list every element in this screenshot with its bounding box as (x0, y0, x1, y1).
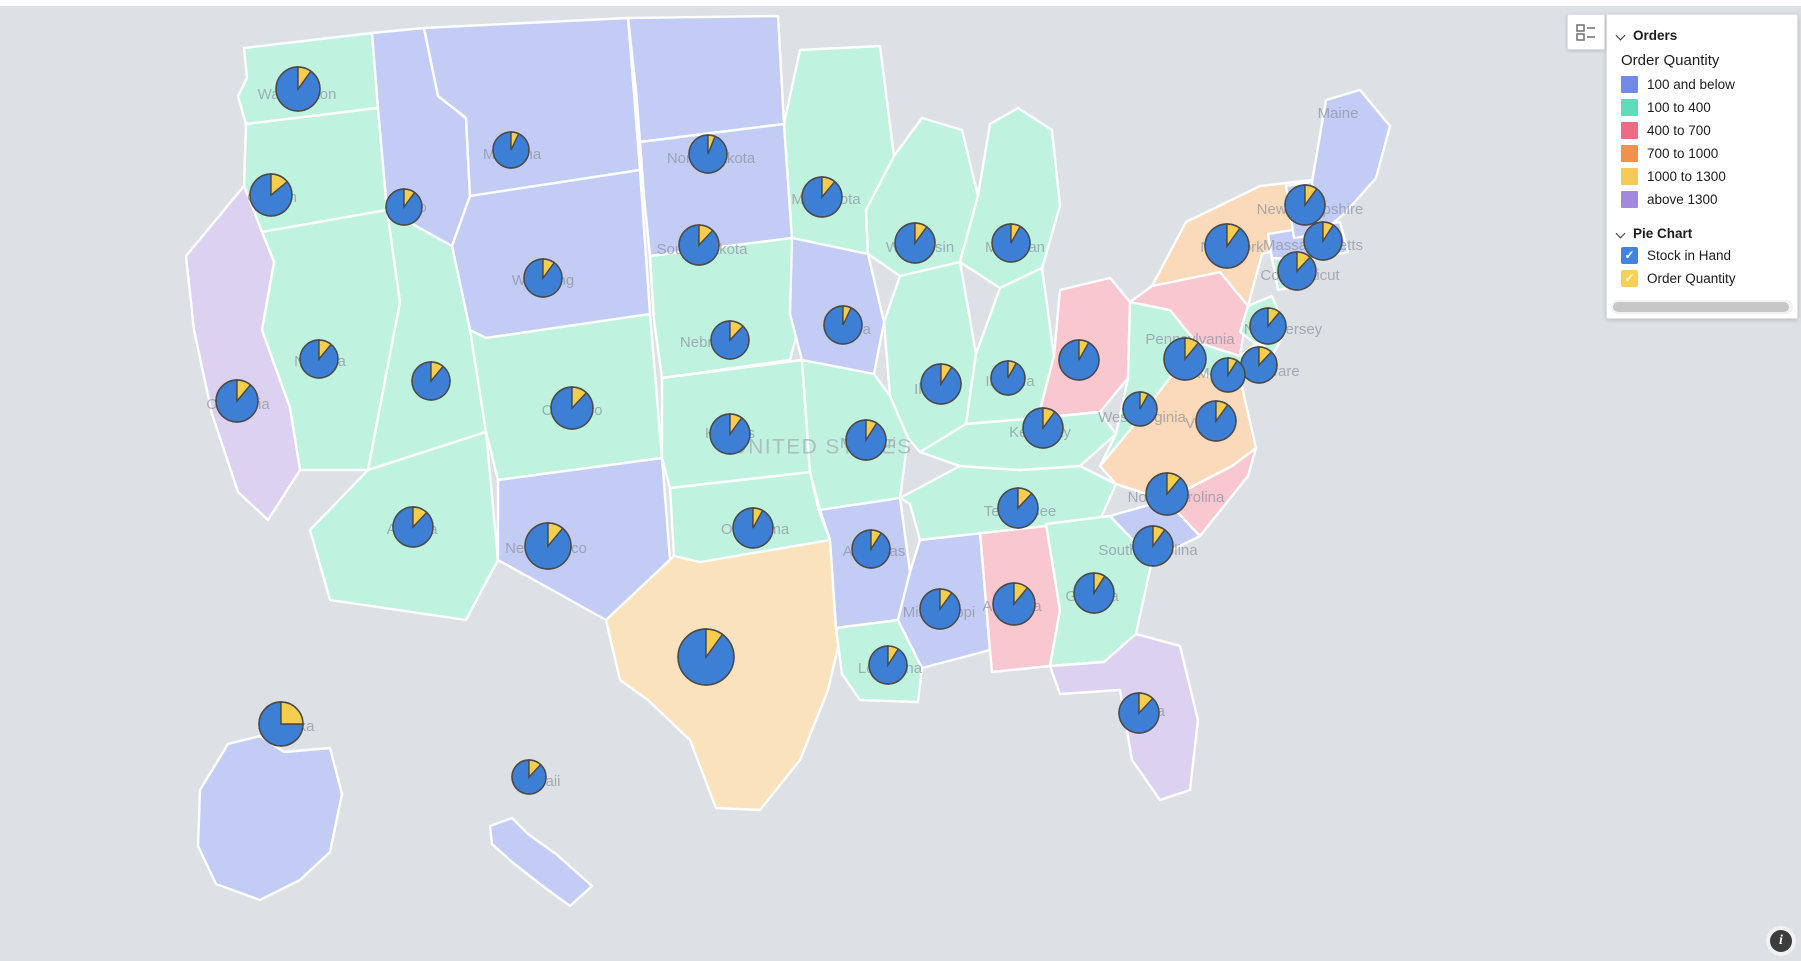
state-pie-marker[interactable] (1277, 251, 1317, 291)
state-pie-marker[interactable] (1284, 184, 1326, 226)
legend-item-label: 100 to 400 (1647, 100, 1711, 115)
legend-item-order-1[interactable]: 100 to 400 (1607, 96, 1797, 119)
state-pie-marker[interactable] (678, 224, 720, 266)
state-pie-marker[interactable] (710, 320, 750, 360)
state-pie-marker[interactable] (823, 305, 863, 345)
state-region[interactable] (788, 236, 886, 376)
state-pie-marker[interactable] (1240, 346, 1278, 384)
legend-section-orders-header[interactable]: Orders (1607, 25, 1797, 46)
state-pie-marker[interactable] (1132, 525, 1174, 567)
state-region[interactable] (450, 168, 652, 340)
state-pie-marker[interactable] (845, 419, 887, 461)
state-pie-marker[interactable] (990, 360, 1026, 396)
legend-section-orders-title: Orders (1633, 28, 1678, 43)
legend-item-label: 100 and below (1647, 77, 1735, 92)
state-pie-marker[interactable] (1163, 337, 1207, 381)
legend-item-label: 400 to 700 (1647, 123, 1711, 138)
state-pie-marker[interactable] (919, 588, 961, 630)
state-pie-marker[interactable] (523, 258, 563, 298)
state-pie-marker[interactable] (894, 222, 936, 264)
legend-swatch-icon (1621, 99, 1638, 116)
state-region[interactable] (964, 266, 1056, 426)
checkbox-icon[interactable]: ✓ (1621, 247, 1638, 264)
state-pie-marker[interactable] (299, 339, 339, 379)
states-layer (184, 14, 1392, 908)
state-pie-marker[interactable] (709, 413, 751, 455)
legend-spacer (1607, 211, 1797, 223)
legend-scrollbar-track[interactable] (1611, 300, 1793, 314)
state-pie-marker[interactable] (215, 379, 259, 423)
legend-swatch-icon (1621, 145, 1638, 162)
legend-pie-items: ✓ Stock in Hand ✓ Order Quantity (1607, 244, 1797, 290)
state-pie-marker[interactable] (801, 176, 843, 218)
state-pie-marker[interactable] (991, 223, 1031, 263)
legend-swatch-icon (1621, 168, 1638, 185)
legend-swatch-icon (1621, 191, 1638, 208)
state-pie-marker[interactable] (1073, 572, 1115, 614)
us-choropleth-map[interactable]: WashingtonOregonIdahoMontanaWyomingNorth… (0, 0, 1801, 961)
state-region[interactable] (626, 14, 786, 144)
state-pie-marker[interactable] (511, 759, 547, 795)
state-pie-marker[interactable] (688, 134, 728, 174)
legend-item-order-2[interactable]: 400 to 700 (1607, 119, 1797, 142)
map-application: WashingtonOregonIdahoMontanaWyomingNorth… (0, 0, 1801, 961)
legend-item-label: above 1300 (1647, 192, 1718, 207)
checkbox-icon[interactable]: ✓ (1621, 270, 1638, 287)
legend-swatch-icon (1621, 76, 1638, 93)
state-pie-marker[interactable] (920, 363, 962, 405)
legend-toggle-button[interactable] (1567, 14, 1605, 50)
state-pie-marker[interactable] (1249, 307, 1287, 345)
legend-section-pie-title: Pie Chart (1633, 226, 1693, 241)
legend-item-order-5[interactable]: above 1300 (1607, 188, 1797, 211)
legend-orders-items: 100 and below 100 to 400 400 to 700 700 to … (1607, 73, 1797, 211)
state-pie-marker[interactable] (997, 487, 1039, 529)
legend-item-pie-0[interactable]: ✓ Stock in Hand (1607, 244, 1797, 267)
state-pie-marker[interactable] (1118, 692, 1160, 734)
state-pie-marker[interactable] (249, 173, 293, 217)
map-canvas[interactable]: WashingtonOregonIdahoMontanaWyomingNorth… (0, 0, 1801, 961)
legend-item-pie-1[interactable]: ✓ Order Quantity (1607, 267, 1797, 290)
state-pie-marker[interactable] (492, 131, 530, 169)
state-pie-marker[interactable] (1303, 221, 1343, 261)
legend-measure-title: Order Quantity (1621, 52, 1720, 69)
legend-list-icon (1576, 24, 1595, 41)
state-pie-marker[interactable] (275, 66, 321, 112)
state-pie-marker[interactable] (1058, 339, 1100, 381)
state-pie-marker[interactable] (992, 582, 1036, 626)
info-icon[interactable]: i (1770, 930, 1792, 952)
legend-item-label: Order Quantity (1647, 271, 1736, 286)
state-region[interactable] (196, 734, 344, 902)
state-pie-marker[interactable] (1022, 407, 1064, 449)
state-pie-marker[interactable] (411, 361, 451, 401)
state-pie-marker[interactable] (385, 188, 423, 226)
legend-panel[interactable]: Orders Order Quantity 100 and below 100 t… (1606, 14, 1798, 319)
state-pie-marker[interactable] (851, 529, 891, 569)
state-pie-marker[interactable] (1195, 400, 1237, 442)
state-pie-marker[interactable] (1210, 357, 1246, 393)
legend-item-order-4[interactable]: 1000 to 1300 (1607, 165, 1797, 188)
legend-item-label: Stock in Hand (1647, 248, 1732, 263)
legend-item-order-0[interactable]: 100 and below (1607, 73, 1797, 96)
state-pie-marker[interactable] (258, 701, 304, 747)
legend-section-pie-header[interactable]: Pie Chart (1607, 223, 1797, 244)
state-pie-marker[interactable] (392, 506, 434, 548)
state-pie-marker[interactable] (732, 507, 774, 549)
legend-item-label: 700 to 1000 (1647, 146, 1719, 161)
state-pie-marker[interactable] (677, 628, 735, 686)
chevron-down-icon (1617, 31, 1627, 41)
chevron-down-icon (1617, 229, 1627, 239)
state-pie-marker[interactable] (524, 522, 572, 570)
legend-swatch-icon (1621, 122, 1638, 139)
state-pie-marker[interactable] (868, 645, 908, 685)
state-pie-marker[interactable] (1122, 391, 1158, 427)
state-pie-marker[interactable] (1145, 472, 1189, 516)
legend-item-label: 1000 to 1300 (1647, 169, 1726, 184)
state-pie-marker[interactable] (1204, 223, 1250, 269)
state-region[interactable] (488, 816, 594, 908)
state-pie-marker[interactable] (550, 386, 594, 430)
legend-item-order-3[interactable]: 700 to 1000 (1607, 142, 1797, 165)
legend-scrollbar-thumb[interactable] (1613, 302, 1789, 312)
